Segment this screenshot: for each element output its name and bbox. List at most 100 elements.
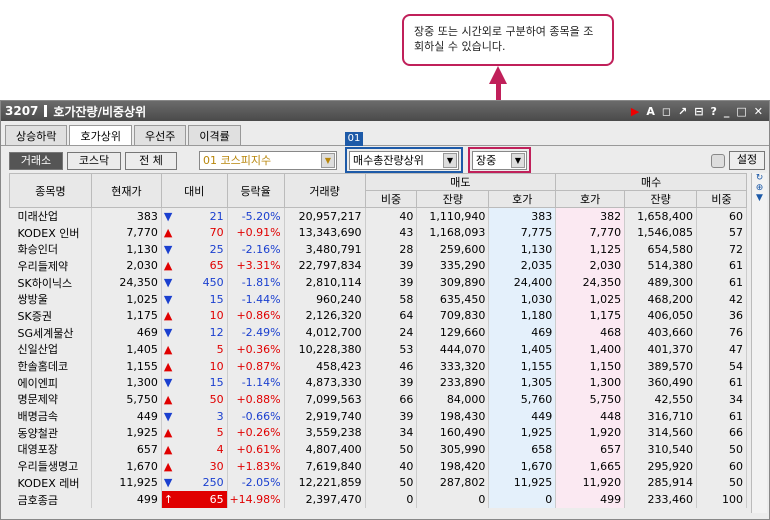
col-group-buy: 매수 [555, 173, 747, 191]
cell-price: 7,770 [91, 224, 162, 241]
close-icon[interactable]: ✕ [754, 105, 763, 118]
change-value: 450 [202, 276, 224, 290]
minimize-icon[interactable]: _ [724, 105, 730, 118]
cell-name: 대영포장 [9, 441, 92, 458]
market-kosdaq-button[interactable]: 코스닥 [67, 152, 121, 170]
change-value: 4 [216, 442, 224, 456]
market-kospi-button[interactable]: 거래소 [9, 152, 63, 170]
market-all-button[interactable]: 전 체 [125, 152, 177, 170]
table-row[interactable]: 쌍방울 1,025 ▼ 15 -1.44% 960,240 58 635,450 1,030 1,… [9, 290, 747, 308]
cell-sell-ratio: 0 [365, 491, 418, 508]
col-change[interactable]: 대비 [160, 173, 228, 208]
scroll-down-icon[interactable]: ▼ [752, 193, 767, 203]
col-sell-ratio[interactable]: 비중 [364, 190, 418, 208]
arrow-up-icon: ▲ [163, 442, 173, 456]
table-row[interactable]: 명문제약 5,750 ▲ 50 +0.88% 7,099,563 66 84,000 5,760… [9, 391, 747, 408]
cell-buy-ratio: 60 [696, 457, 747, 475]
font-icon[interactable]: A [646, 105, 655, 118]
sort-select[interactable]: 매수총잔량상위 ▼ [349, 151, 459, 170]
col-volume[interactable]: 거래량 [283, 173, 366, 208]
table-row[interactable]: SG세계물산 469 ▼ 12 -2.49% 4,012,700 24 129,660 469 4… [9, 324, 747, 341]
cell-buy-qty: 42,550 [624, 391, 698, 408]
cell-buy-quote: 1,300 [555, 374, 626, 392]
cell-name: 우리들제약 [9, 257, 92, 275]
cell-name: SK하이닉스 [9, 274, 92, 291]
cell-name: 우리들생명고 [9, 457, 92, 475]
table-row[interactable]: 미래산업 383 ▼ 21 -5.20% 20,957,217 40 1,110,940 383… [9, 207, 747, 225]
cell-buy-ratio: 42 [696, 290, 747, 308]
table-row[interactable]: SK하이닉스 24,350 ▼ 450 -1.81% 2,810,114 39 309,890… [9, 274, 747, 291]
tab-disparity[interactable]: 이격률 [188, 125, 241, 145]
cell-volume: 4,807,400 [284, 441, 366, 458]
link-icon[interactable]: ↗ [678, 105, 687, 118]
play-icon[interactable]: ▶ [631, 105, 639, 118]
table-row[interactable]: 우리들생명고 1,670 ▲ 30 +1.83% 7,619,840 40 198,420 1,… [9, 457, 747, 475]
cell-name: KODEX 인버 [9, 224, 92, 241]
cell-sell-qty: 1,110,940 [416, 207, 490, 225]
cell-sell-quote: 7,775 [488, 224, 557, 241]
cell-buy-ratio: 100 [696, 491, 747, 508]
table-row[interactable]: KODEX 인버 7,770 ▲ 70 +0.91% 13,343,690 43 1,168,… [9, 224, 747, 241]
chevron-down-icon[interactable]: ▼ [443, 153, 457, 168]
tab-preferred[interactable]: 우선주 [133, 125, 187, 145]
arrow-down-icon: ▼ [163, 242, 173, 256]
table-row[interactable]: 에이엔피 1,300 ▼ 15 -1.14% 4,873,330 39 233,890 1,30… [9, 374, 747, 392]
col-sell-quote[interactable]: 호가 [488, 190, 557, 208]
cell-volume: 2,397,470 [284, 491, 366, 508]
cell-buy-ratio: 50 [696, 441, 747, 458]
settings-checkbox[interactable] [711, 154, 725, 168]
table-row[interactable]: 신일산업 1,405 ▲ 5 +0.36% 10,228,380 53 444,070 1,40… [9, 341, 747, 358]
settings-button[interactable]: 설정 [729, 151, 765, 170]
cell-price: 1,155 [91, 357, 162, 375]
cell-price: 24,350 [91, 274, 162, 291]
cell-volume: 12,221,859 [284, 474, 366, 492]
col-buy-quote[interactable]: 호가 [555, 190, 626, 208]
screen-id: 3207 [5, 104, 39, 118]
cell-sell-ratio: 50 [365, 474, 418, 492]
col-sell-qty[interactable]: 잔량 [416, 190, 490, 208]
table-row[interactable]: 우리들제약 2,030 ▲ 65 +3.31% 22,797,834 39 335,290 2,… [9, 257, 747, 275]
table-row[interactable]: 대영포장 657 ▲ 4 +0.61% 4,807,400 50 305,990 658 657 3… [9, 441, 747, 458]
col-name[interactable]: 종목명 [9, 173, 92, 208]
cell-buy-qty: 514,380 [624, 257, 698, 275]
table-row[interactable]: 동양철관 1,925 ▲ 5 +0.26% 3,559,238 34 160,490 1,925… [9, 424, 747, 442]
cell-buy-qty: 233,460 [624, 491, 698, 508]
callout-arrow-head [489, 66, 507, 84]
cell-buy-ratio: 61 [696, 274, 747, 291]
plus-icon[interactable]: ⊕ [752, 183, 767, 193]
cell-price: 657 [91, 441, 162, 458]
col-buy-ratio[interactable]: 비중 [696, 190, 747, 208]
table-row[interactable]: KODEX 레버 11,925 ▼ 250 -2.05% 12,221,859 50 287,… [9, 474, 747, 492]
cell-name: KODEX 레버 [9, 474, 92, 492]
maximize-icon[interactable]: □ [736, 105, 746, 118]
col-buy-qty[interactable]: 잔량 [624, 190, 698, 208]
arrow-down-icon: ▼ [163, 376, 173, 390]
table-row[interactable]: SK증권 1,175 ▲ 10 +0.86% 2,126,320 64 709,830 1,18… [9, 307, 747, 325]
session-select[interactable]: 장중 ▼ [472, 151, 527, 170]
cell-name: 신일산업 [9, 341, 92, 358]
chevron-down-icon[interactable]: ▼ [511, 153, 525, 168]
tab-rise-fall[interactable]: 상승하락 [5, 125, 68, 145]
cell-sell-qty: 444,070 [416, 341, 490, 358]
col-price[interactable]: 현재가 [90, 173, 162, 208]
cell-volume: 3,480,791 [284, 240, 366, 258]
tab-quote-top[interactable]: 호가상위 [69, 125, 132, 145]
refresh-icon[interactable]: ↻ [752, 173, 767, 183]
cell-sell-qty: 709,830 [416, 307, 490, 325]
table-row[interactable]: 금호종금 499 ↑ 65 +14.98% 2,397,470 0 0 0 499 233,460 1… [9, 491, 747, 508]
cell-sell-qty: 635,450 [416, 290, 490, 308]
cell-rate: -2.49% [227, 324, 285, 341]
help-icon[interactable]: ? [710, 105, 716, 118]
window-icon[interactable]: ◻ [662, 105, 671, 118]
table-row[interactable]: 배명금속 449 ▼ 3 -0.66% 2,919,740 39 198,430 449 448 3… [9, 407, 747, 425]
chevron-down-icon[interactable]: ▼ [321, 153, 335, 168]
index-select[interactable]: 01 코스피지수 ▼ [199, 151, 337, 170]
print-icon[interactable]: ⊟ [694, 105, 703, 118]
table-row[interactable]: 화승인더 1,130 ▼ 25 -2.16% 3,480,791 28 259,600 1,13… [9, 240, 747, 258]
vertical-scrollbar[interactable]: ↻ ⊕ ▼ [751, 173, 767, 513]
cell-volume: 4,873,330 [284, 374, 366, 392]
table-row[interactable]: 한솔홈데코 1,155 ▲ 10 +0.87% 458,423 46 333,320 1,155… [9, 357, 747, 375]
cell-sell-ratio: 40 [365, 457, 418, 475]
col-rate[interactable]: 등락율 [226, 173, 285, 208]
cell-buy-qty: 403,660 [624, 324, 698, 341]
